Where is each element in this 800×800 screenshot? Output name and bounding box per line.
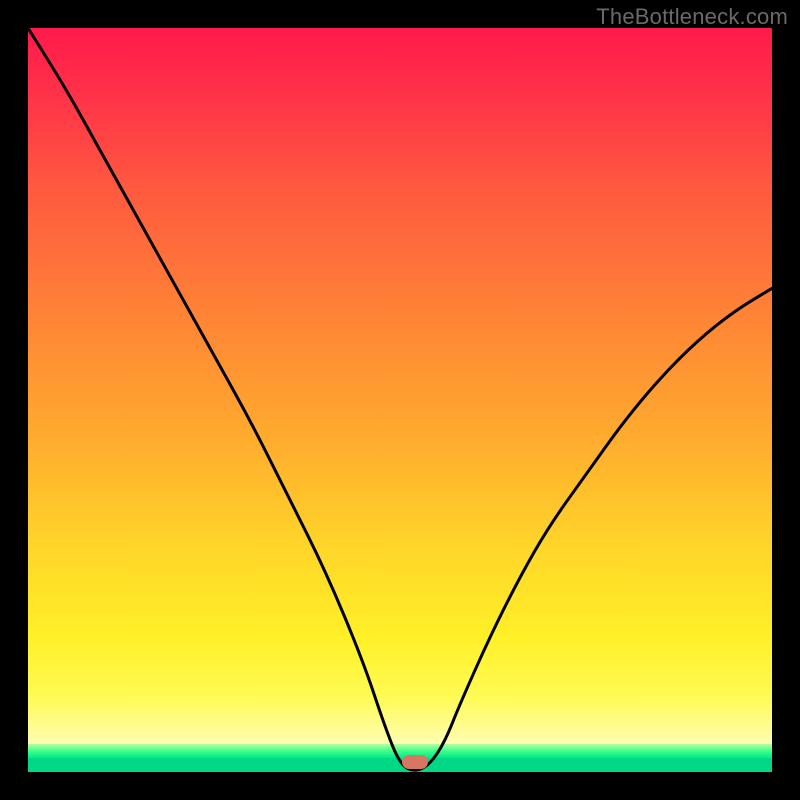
watermark-text: TheBottleneck.com <box>596 4 788 30</box>
plot-area <box>28 28 772 772</box>
min-marker <box>402 755 428 769</box>
chart-frame: TheBottleneck.com <box>0 0 800 800</box>
curve-svg <box>28 28 772 772</box>
bottleneck-curve-path <box>28 28 772 770</box>
